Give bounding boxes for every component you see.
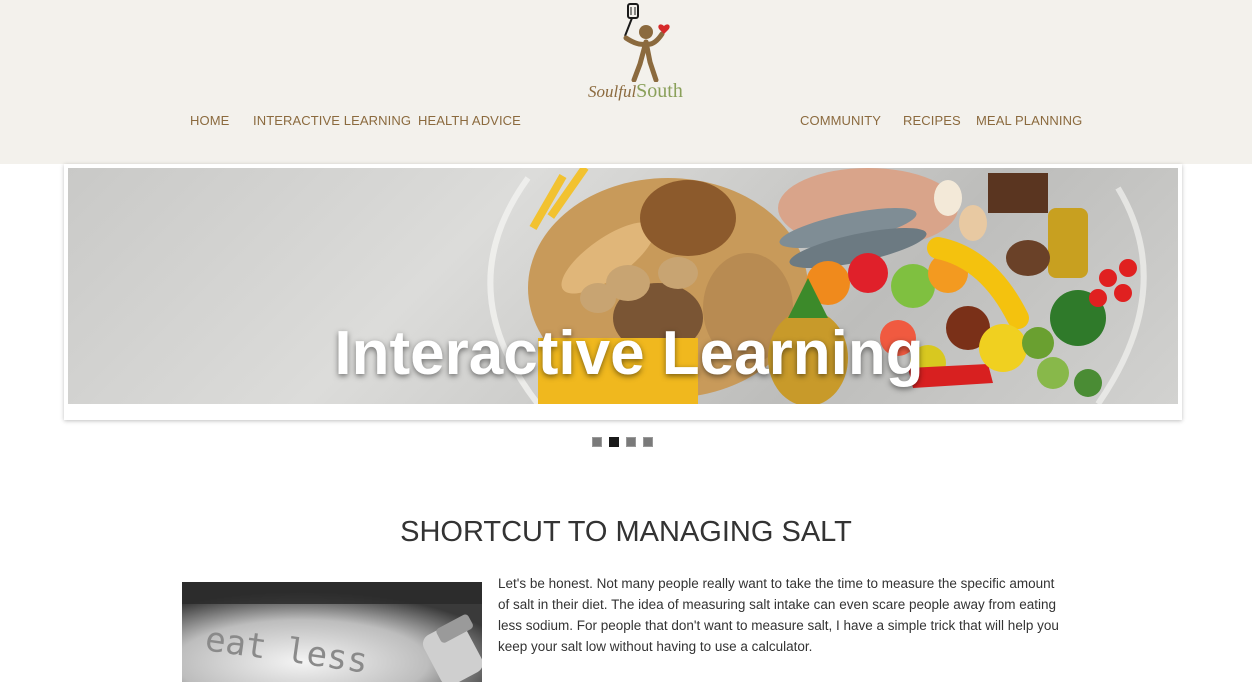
nav-interactive-learning[interactable]: INTERACTIVE LEARNING — [253, 113, 411, 129]
slider-dot-3[interactable] — [626, 437, 636, 447]
salt-writing-image: eat less — [182, 582, 482, 682]
site-logo[interactable]: SoulfulSouth — [582, 2, 708, 106]
logo-wordmark: SoulfulSouth — [588, 80, 708, 103]
nav-community[interactable]: COMMUNITY — [800, 113, 881, 129]
nav-health-advice[interactable]: HEALTH ADVICE — [418, 113, 521, 129]
slider-dot-4[interactable] — [643, 437, 653, 447]
logo-word-south: South — [636, 80, 683, 102]
nav-home[interactable]: HOME — [190, 113, 229, 129]
slider-dot-1[interactable] — [592, 437, 602, 447]
article-body: Let's be honest. Not many people really … — [498, 576, 1059, 654]
logo-word-soulful: Soulful — [588, 82, 637, 101]
slider-dot-2[interactable] — [609, 437, 619, 447]
nav-meal-planning[interactable]: MEAL PLANNING — [976, 113, 1082, 129]
site-header: SoulfulSouth HOME INTERACTIVE LEARNING H… — [0, 0, 1252, 164]
article-image[interactable]: eat less — [182, 582, 482, 682]
chef-figure-icon — [623, 3, 670, 82]
hero-slider: Interactive Learning — [64, 164, 1182, 420]
slide-caption: Interactive Learning — [334, 319, 924, 388]
article-title: SHORTCUT TO MANAGING SALT — [400, 516, 852, 548]
hero-slide[interactable]: Interactive Learning — [68, 168, 1178, 404]
nav-recipes[interactable]: RECIPES — [903, 113, 961, 129]
